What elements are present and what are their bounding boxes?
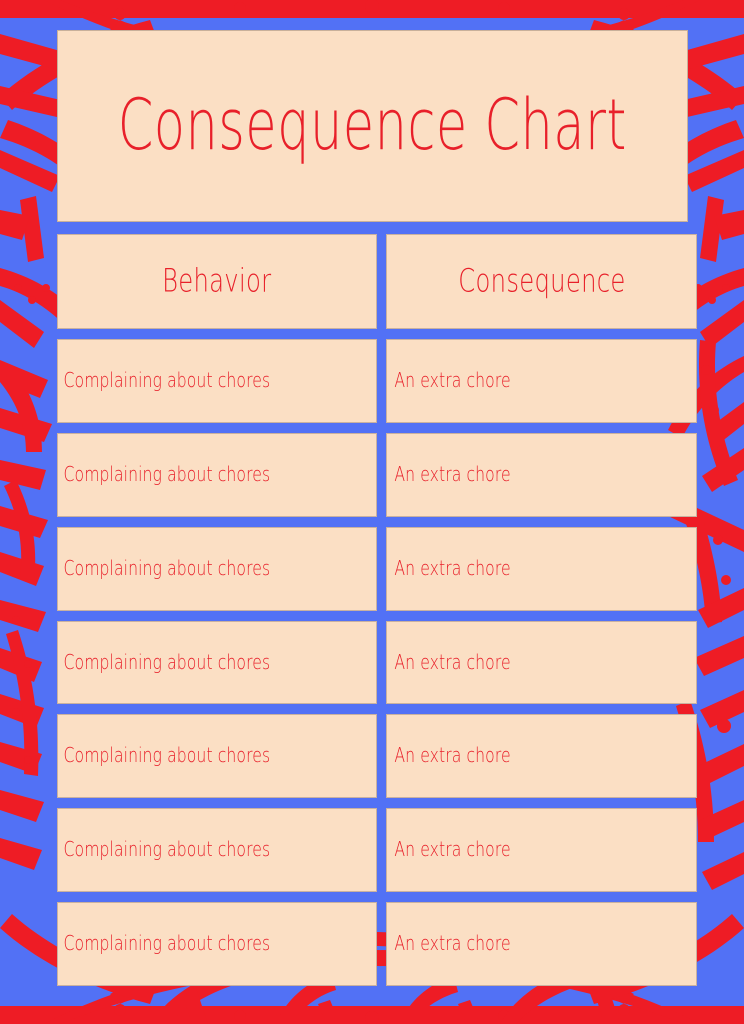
cell-behavior-label: Complaining about chores	[63, 556, 271, 581]
cell-consequence-label: An extra chore	[394, 838, 511, 863]
header-cell-behavior: Behavior	[57, 234, 377, 329]
table-row[interactable]: Complaining about chores An extra chore	[48, 714, 698, 799]
cell-behavior[interactable]: Complaining about chores	[57, 808, 377, 893]
cell-behavior[interactable]: Complaining about chores	[57, 339, 377, 423]
cell-consequence-label: An extra chore	[394, 744, 511, 769]
cell-behavior-label: Complaining about chores	[63, 838, 271, 863]
cell-consequence-label: An extra chore	[394, 369, 511, 393]
cell-behavior[interactable]: Complaining about chores	[57, 526, 377, 611]
table-row[interactable]: Complaining about chores An extra chore	[48, 526, 698, 611]
table-row[interactable]: Complaining about chores An extra chore	[48, 339, 698, 423]
cell-behavior-label: Complaining about chores	[63, 369, 271, 393]
cell-behavior-label: Complaining about chores	[63, 932, 271, 956]
cell-consequence-label: An extra chore	[394, 462, 511, 487]
table-row[interactable]: Complaining about chores An extra chore	[48, 432, 698, 517]
cell-consequence[interactable]: An extra chore	[386, 339, 697, 423]
cell-behavior-label: Complaining about chores	[63, 462, 271, 487]
cell-consequence-label: An extra chore	[394, 650, 511, 675]
poster-page: Consequence Chart Behavior Consequence C…	[0, 0, 744, 1024]
header-label-behavior: Behavior	[162, 262, 272, 301]
cell-consequence[interactable]: An extra chore	[386, 902, 697, 987]
cell-behavior-label: Complaining about chores	[63, 744, 271, 769]
cell-consequence[interactable]: An extra chore	[386, 526, 697, 611]
chart-title-card: Consequence Chart	[57, 30, 688, 222]
cell-consequence[interactable]: An extra chore	[386, 620, 697, 705]
table-row[interactable]: Complaining about chores An extra chore	[48, 620, 698, 705]
header-cell-consequence: Consequence	[386, 234, 697, 329]
table-row[interactable]: Complaining about chores An extra chore	[48, 902, 698, 987]
cell-consequence-label: An extra chore	[394, 932, 511, 956]
table-row[interactable]: Complaining about chores An extra chore	[48, 808, 698, 893]
consequence-chart-panel: Consequence Chart Behavior Consequence C…	[48, 30, 698, 987]
table-header-row: Behavior Consequence	[48, 234, 698, 329]
cell-consequence[interactable]: An extra chore	[386, 808, 697, 893]
chart-table: Behavior Consequence Complaining about c…	[48, 234, 698, 987]
header-label-consequence: Consequence	[457, 262, 626, 301]
cell-consequence[interactable]: An extra chore	[386, 432, 697, 517]
cell-consequence-label: An extra chore	[394, 556, 511, 581]
cell-consequence[interactable]: An extra chore	[386, 714, 697, 799]
cell-behavior[interactable]: Complaining about chores	[57, 432, 377, 517]
cell-behavior[interactable]: Complaining about chores	[57, 620, 377, 705]
page-title: Consequence Chart	[117, 83, 628, 167]
cell-behavior[interactable]: Complaining about chores	[57, 902, 377, 987]
cell-behavior[interactable]: Complaining about chores	[57, 714, 377, 799]
cell-behavior-label: Complaining about chores	[63, 650, 271, 675]
